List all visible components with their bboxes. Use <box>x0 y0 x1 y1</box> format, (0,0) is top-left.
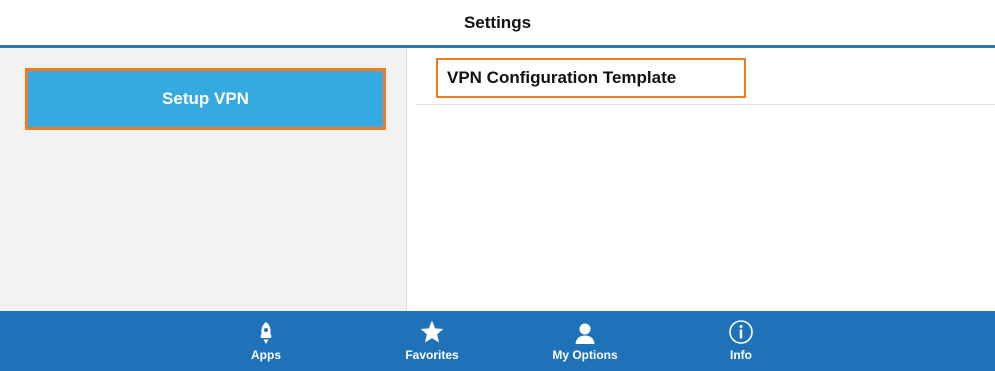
tab-label: My Options <box>552 348 618 362</box>
tab-my-options[interactable]: My Options <box>530 311 640 371</box>
tab-label: Apps <box>251 348 281 362</box>
tab-info[interactable]: Info <box>686 311 796 371</box>
person-icon <box>573 311 597 345</box>
bottom-tab-bar: Apps Favorites My Options Info <box>0 311 995 371</box>
page-title: Settings <box>463 13 532 32</box>
tab-label: Info <box>730 348 752 362</box>
sidebar-item-label: Setup VPN <box>162 89 249 108</box>
tab-label: Favorites <box>405 348 459 362</box>
tab-apps[interactable]: Apps <box>211 311 321 371</box>
list-item-vpn-template[interactable]: VPN Configuration Template <box>416 48 995 105</box>
info-icon <box>728 311 754 345</box>
sidebar-item-setup-vpn[interactable]: Setup VPN <box>25 68 386 130</box>
rocket-icon <box>258 311 274 345</box>
sidebar: Setup VPN <box>0 48 407 311</box>
vpn-configuration-template-label[interactable]: VPN Configuration Template <box>436 58 746 98</box>
content-panel: VPN Configuration Template <box>408 48 995 311</box>
top-bar: Settings <box>0 0 995 46</box>
star-icon <box>419 311 445 345</box>
tab-favorites[interactable]: Favorites <box>377 311 487 371</box>
